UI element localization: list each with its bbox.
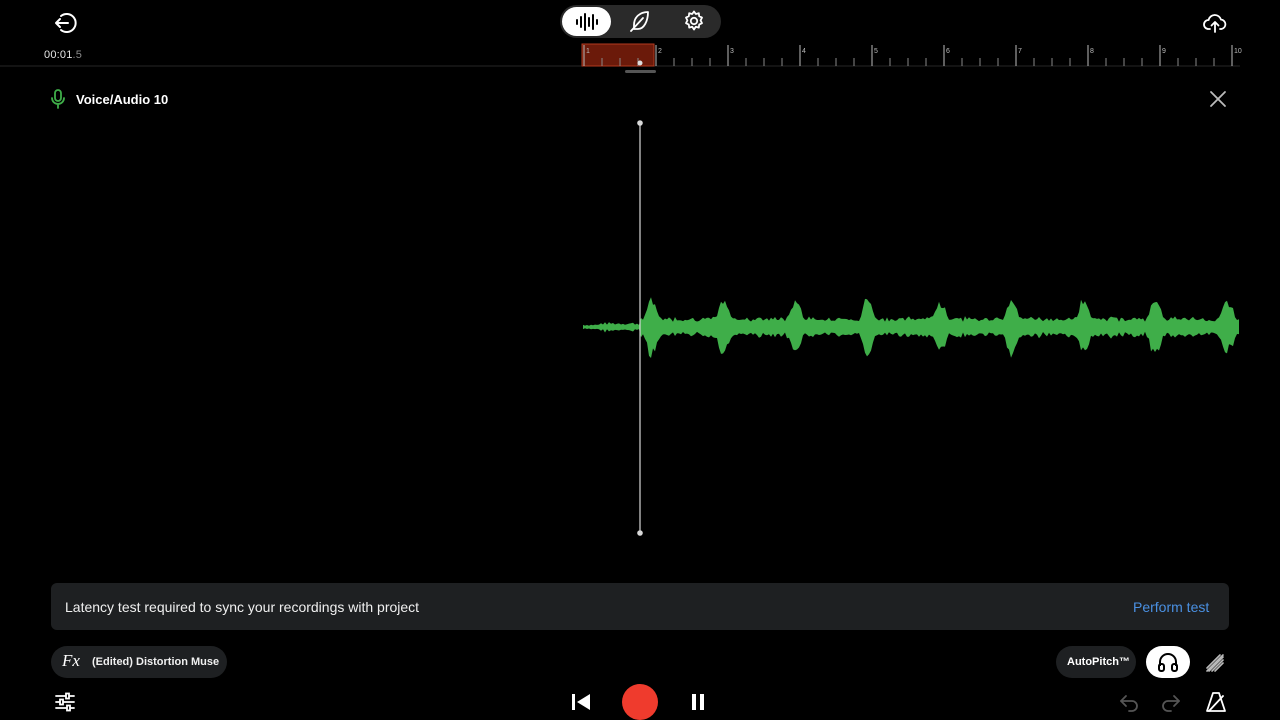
close-track-button[interactable]: [1208, 89, 1228, 109]
mode-waveform-button[interactable]: [562, 7, 611, 36]
ruler-label: 6: [946, 48, 950, 55]
metronome-icon: [1206, 692, 1226, 712]
redo-icon: [1162, 695, 1180, 712]
timeline-ruler[interactable]: 1 2 3 4 5 6 7 8 9 10: [0, 40, 1280, 76]
ruler-label: 2: [658, 48, 662, 55]
undo-button[interactable]: [1118, 692, 1140, 712]
ruler-label: 7: [1018, 48, 1022, 55]
metronome-button[interactable]: [1204, 690, 1228, 714]
skip-back-button[interactable]: [570, 692, 592, 712]
waveform-icon: [575, 12, 598, 31]
back-arrow-icon: [55, 13, 77, 33]
ruler-label: 5: [874, 48, 878, 55]
mode-feather-button[interactable]: [628, 9, 652, 33]
mixer-button[interactable]: [54, 691, 76, 713]
track-name: Voice/Audio 10: [76, 92, 169, 107]
pause-icon: [692, 694, 704, 710]
undo-icon: [1120, 695, 1138, 712]
monitor-button[interactable]: [1146, 646, 1190, 678]
playhead-bottom-handle: [637, 530, 643, 536]
skip-back-icon: [572, 694, 590, 710]
input-monitor-toggle[interactable]: [1204, 652, 1226, 674]
sliders-icon: [55, 692, 75, 712]
scroll-handle: [625, 70, 656, 73]
fx-label: Fx: [62, 651, 80, 670]
ruler-ticks: 1 2 3 4 5 6 7 8 9 10: [583, 45, 1242, 66]
microphone-icon: [51, 89, 65, 109]
gear-icon: [685, 10, 703, 31]
feather-icon: [630, 11, 649, 32]
back-button[interactable]: [52, 10, 78, 36]
pause-button[interactable]: [690, 693, 706, 711]
ruler-label: 10: [1234, 48, 1242, 55]
headphones-icon: [1158, 653, 1178, 672]
track-mic: [49, 89, 67, 109]
ruler-label: 4: [802, 48, 806, 55]
ruler-label: 8: [1090, 48, 1094, 55]
audio-waveform: [583, 297, 1239, 358]
waveform-view[interactable]: [0, 110, 1280, 550]
headphones-off-icon: [1206, 654, 1224, 672]
ruler-playhead: [637, 60, 643, 66]
upload-button[interactable]: [1202, 10, 1228, 36]
ruler-label: 3: [730, 48, 734, 55]
mode-settings-button[interactable]: [682, 9, 706, 33]
close-icon: [1210, 91, 1226, 107]
ruler-label: 1: [586, 48, 590, 55]
latency-message: Latency test required to sync your recor…: [65, 599, 420, 615]
fx-preset-name: (Edited) Distortion Muse: [92, 656, 220, 668]
perform-test-link[interactable]: Perform test: [1133, 599, 1209, 615]
playhead-top-handle: [637, 120, 643, 126]
autopitch-label: AutoPitch™: [1067, 656, 1130, 668]
ruler-label: 9: [1162, 48, 1166, 55]
cloud-upload-icon: [1203, 14, 1227, 33]
record-button[interactable]: [622, 684, 658, 720]
loop-region: [581, 43, 655, 67]
redo-button[interactable]: [1160, 692, 1182, 712]
